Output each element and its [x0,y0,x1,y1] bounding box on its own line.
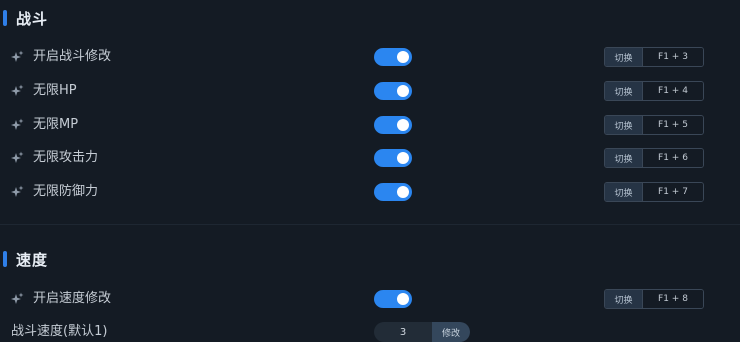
toggle-knob [397,119,409,131]
option-row-infinite-defense: 无限防御力 切换 F1 + 7 [0,182,740,202]
battle-speed-label: 战斗速度(默认1) [11,324,108,339]
option-row-infinite-attack: 无限攻击力 切换 F1 + 6 [0,148,740,168]
hotkey-value[interactable]: F1 + 7 [643,183,703,201]
hotkey-box: 切换 F1 + 3 [604,47,704,67]
section-title: 速度 [16,250,49,269]
option-label: 开启速度修改 [33,291,112,306]
hotkey-value[interactable]: F1 + 4 [643,82,703,100]
hotkey-switch-button[interactable]: 切换 [605,290,643,308]
modify-button[interactable]: 修改 [432,322,470,342]
toggle-switch[interactable] [374,82,412,100]
toggle-knob [397,152,409,164]
hotkey-box: 切换 F1 + 6 [604,148,704,168]
battle-speed-value[interactable]: 3 [374,322,432,342]
section-header-battle: 战斗 [0,9,49,28]
hotkey-box: 切换 F1 + 4 [604,81,704,101]
sparkle-icon [11,84,24,96]
hotkey-box: 切换 F1 + 7 [604,182,704,202]
toggle-switch[interactable] [374,116,412,134]
option-label: 无限MP [33,117,79,132]
toggle-knob [397,85,409,97]
section-header-speed: 速度 [0,250,49,269]
section-divider [0,224,740,225]
option-row-infinite-mp: 无限MP 切换 F1 + 5 [0,115,740,135]
option-label: 开启战斗修改 [33,49,112,64]
section-title: 战斗 [16,9,49,28]
section-accent-bar [3,251,7,267]
hotkey-value[interactable]: F1 + 6 [643,149,703,167]
hotkey-switch-button[interactable]: 切换 [605,116,643,134]
hotkey-switch-button[interactable]: 切换 [605,149,643,167]
toggle-switch[interactable] [374,290,412,308]
sparkle-icon [11,50,24,62]
option-row-speed-mod: 开启速度修改 切换 F1 + 8 [0,289,740,309]
sparkle-icon [11,185,24,197]
battle-speed-input: 3 修改 [374,322,470,342]
sparkle-icon [11,292,24,304]
option-label: 无限HP [33,83,77,98]
hotkey-box: 切换 F1 + 8 [604,289,704,309]
hotkey-switch-button[interactable]: 切换 [605,183,643,201]
toggle-knob [397,293,409,305]
toggle-switch[interactable] [374,149,412,167]
hotkey-value[interactable]: F1 + 3 [643,48,703,66]
hotkey-value[interactable]: F1 + 8 [643,290,703,308]
toggle-switch[interactable] [374,48,412,66]
section-accent-bar [3,10,7,26]
sparkle-icon [11,118,24,130]
hotkey-switch-button[interactable]: 切换 [605,82,643,100]
toggle-knob [397,186,409,198]
hotkey-switch-button[interactable]: 切换 [605,48,643,66]
option-row-infinite-hp: 无限HP 切换 F1 + 4 [0,81,740,101]
option-row-battle-mod: 开启战斗修改 切换 F1 + 3 [0,47,740,67]
hotkey-value[interactable]: F1 + 5 [643,116,703,134]
hotkey-box: 切换 F1 + 5 [604,115,704,135]
toggle-knob [397,51,409,63]
option-label: 无限防御力 [33,184,99,199]
option-label: 无限攻击力 [33,150,99,165]
sparkle-icon [11,151,24,163]
toggle-switch[interactable] [374,183,412,201]
